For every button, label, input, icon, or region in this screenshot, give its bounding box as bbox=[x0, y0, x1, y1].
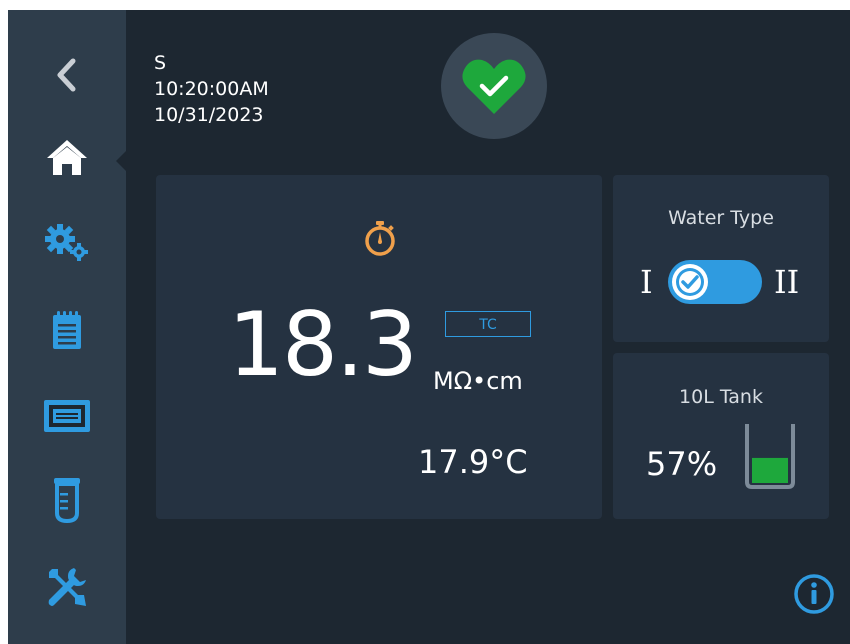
sidebar-item-log[interactable] bbox=[8, 300, 126, 360]
sidebar-item-service[interactable] bbox=[8, 557, 126, 617]
system-status-indicator[interactable] bbox=[441, 33, 547, 139]
info-icon bbox=[794, 574, 834, 614]
check-icon bbox=[676, 268, 704, 296]
stopwatch-icon[interactable] bbox=[362, 220, 398, 261]
tools-icon bbox=[48, 568, 86, 606]
header-info: S 10:20:00AM 10/31/2023 bbox=[154, 50, 269, 128]
beaker-icon bbox=[54, 478, 80, 523]
sidebar-item-dispense[interactable] bbox=[8, 470, 126, 530]
water-type-label-ii: II bbox=[774, 263, 800, 301]
resistivity-value: 18.3 bbox=[228, 293, 418, 396]
resistivity-unit: MΩ•cm bbox=[433, 367, 523, 395]
header-date: 10/31/2023 bbox=[154, 104, 264, 126]
screen: S 10:20:00AM 10/31/2023 18.3 TC MΩ•cm 17… bbox=[8, 10, 850, 644]
notepad-icon bbox=[53, 311, 81, 349]
active-indicator bbox=[116, 150, 127, 172]
tank-percent: 57% bbox=[646, 445, 718, 483]
info-button[interactable] bbox=[792, 572, 836, 621]
tc-badge[interactable]: TC bbox=[445, 311, 531, 337]
water-type-title: Water Type bbox=[668, 207, 774, 229]
sidebar-item-home[interactable] bbox=[8, 128, 126, 188]
heart-check-icon bbox=[462, 59, 526, 114]
home-icon bbox=[47, 140, 87, 175]
water-type-panel bbox=[613, 175, 829, 342]
toggle-knob bbox=[672, 264, 708, 300]
sidebar bbox=[8, 10, 127, 644]
back-button[interactable] bbox=[8, 45, 126, 105]
header-time: 10:20:00AM bbox=[154, 78, 269, 100]
sidebar-item-settings[interactable] bbox=[8, 212, 126, 272]
tank-title: 10L Tank bbox=[679, 386, 763, 408]
temperature-value: 17.9°C bbox=[418, 443, 528, 481]
water-type-label-i: I bbox=[640, 263, 653, 301]
tank-icon[interactable] bbox=[743, 422, 797, 495]
gears-icon bbox=[45, 224, 88, 261]
sidebar-item-display[interactable] bbox=[8, 386, 126, 446]
user-initial: S bbox=[154, 52, 167, 74]
screen-icon bbox=[44, 400, 90, 432]
chevron-left-icon bbox=[57, 58, 76, 92]
water-type-toggle[interactable] bbox=[668, 260, 762, 304]
